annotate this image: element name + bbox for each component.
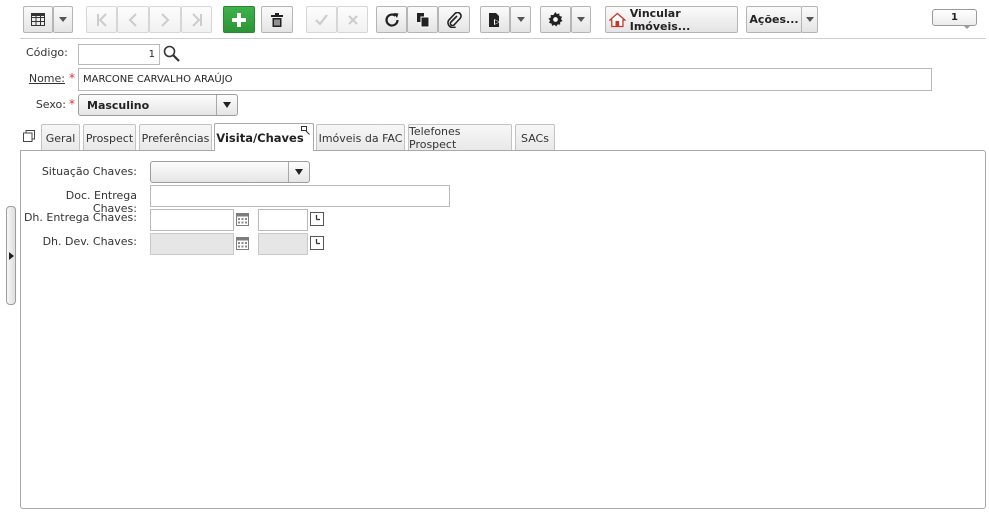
clock-icon[interactable] — [310, 212, 324, 226]
vincular-imoveis-button[interactable]: Vincular Imóveis... — [605, 6, 738, 33]
nome-value: MARCONE CARVALHO ARAÚJO — [83, 74, 233, 85]
popout-icon[interactable] — [301, 126, 310, 135]
calendar-icon[interactable] — [236, 213, 249, 226]
dh-dev-time-field — [258, 233, 308, 255]
nome-required-icon: * — [69, 71, 75, 85]
codigo-field[interactable]: 1 — [78, 44, 160, 65]
export-dropdown[interactable] — [510, 6, 531, 33]
nome-label: Nome: — [28, 72, 65, 85]
copy-icon — [416, 12, 429, 27]
cancel-button[interactable] — [337, 6, 368, 33]
grid-view-button[interactable] — [23, 6, 53, 33]
confirm-button[interactable] — [306, 6, 337, 33]
chevron-right-icon — [161, 12, 170, 27]
doc-entrega-chaves-field[interactable] — [150, 185, 450, 207]
tab-label: Prospect — [85, 131, 134, 145]
record-count-badge: 1 — [932, 9, 977, 26]
refresh-button[interactable] — [376, 6, 407, 33]
calendar-icon — [236, 237, 249, 250]
plus-icon — [232, 12, 246, 27]
tab-preferencias[interactable]: Preferências — [139, 124, 212, 151]
side-collapse-handle[interactable] — [6, 206, 16, 305]
tab-sacs[interactable]: SACs — [515, 124, 555, 151]
dh-dev-date-field — [150, 233, 234, 255]
paperclip-icon — [447, 11, 462, 28]
nome-field[interactable]: MARCONE CARVALHO ARAÚJO — [78, 68, 932, 91]
chevron-down-icon — [295, 169, 303, 175]
sexo-select[interactable]: Masculino — [78, 94, 238, 116]
refresh-icon — [384, 12, 399, 27]
tab-label: Imóveis da FAC — [318, 131, 403, 145]
codigo-label: Código: — [26, 46, 68, 59]
trash-icon — [271, 12, 283, 27]
chevron-down-icon — [805, 17, 814, 22]
settings-button[interactable] — [540, 6, 571, 33]
dh-entrega-chaves-label: Dh. Entrega Chaves: — [23, 211, 137, 224]
situacao-chaves-label: Situação Chaves: — [41, 165, 137, 178]
acoes-label: Ações... — [749, 13, 799, 26]
toolbar-divider — [20, 38, 986, 39]
chevron-right-icon — [9, 252, 14, 260]
settings-dropdown[interactable] — [571, 6, 591, 33]
chevron-down-icon — [516, 17, 525, 22]
acoes-button[interactable]: Ações... — [746, 6, 802, 33]
document-export-icon — [489, 12, 500, 27]
codigo-value: 1 — [148, 49, 155, 60]
attach-button[interactable] — [438, 6, 470, 33]
dh-entrega-date-field[interactable] — [150, 209, 234, 231]
delete-record-button[interactable] — [261, 6, 293, 33]
acoes-dropdown[interactable] — [801, 6, 818, 33]
gear-icon — [548, 12, 563, 27]
record-count-badge-tail — [963, 25, 971, 29]
dh-dev-chaves-label: Dh. Dev. Chaves: — [42, 235, 137, 248]
last-page-icon — [191, 12, 202, 27]
next-record-button[interactable] — [149, 6, 181, 33]
search-icon[interactable] — [163, 45, 180, 62]
chevron-down-icon — [223, 102, 231, 108]
dh-entrega-time-field[interactable] — [258, 209, 308, 231]
situacao-chaves-select[interactable] — [150, 161, 310, 183]
grid-icon — [31, 13, 45, 26]
last-record-button[interactable] — [181, 6, 212, 33]
tab-label: Geral — [45, 131, 76, 145]
add-record-button[interactable] — [223, 6, 255, 33]
tab-imoveis-fac[interactable]: Imóveis da FAC — [316, 124, 405, 151]
record-count: 1 — [951, 12, 958, 23]
grid-view-dropdown[interactable] — [53, 6, 73, 33]
tab-label: Visita/Chaves — [216, 130, 304, 145]
chevron-down-icon — [577, 17, 585, 22]
first-record-button[interactable] — [86, 6, 117, 33]
house-icon — [609, 12, 626, 27]
sexo-value: Masculino — [87, 98, 150, 112]
restore-window-icon[interactable] — [23, 130, 35, 142]
check-icon — [315, 14, 328, 25]
tab-label: SACs — [521, 131, 549, 145]
tab-prospect[interactable]: Prospect — [83, 124, 136, 151]
tab-visita-chaves[interactable]: Visita/Chaves — [214, 123, 314, 151]
vincular-imoveis-label: Vincular Imóveis... — [629, 6, 691, 33]
tab-telefones-prospect[interactable]: Telefones Prospect — [408, 124, 512, 151]
chevron-left-icon — [128, 12, 137, 27]
first-page-icon — [96, 12, 107, 27]
export-button[interactable] — [480, 6, 510, 33]
tab-label: Preferências — [141, 131, 210, 145]
sexo-label: Sexo: — [35, 98, 66, 111]
chevron-down-icon — [59, 17, 67, 22]
clock-icon — [310, 236, 324, 250]
copy-button[interactable] — [407, 6, 438, 33]
tab-label: Telefones Prospect — [409, 125, 461, 151]
previous-record-button[interactable] — [117, 6, 149, 33]
sexo-required-icon: * — [69, 97, 75, 111]
tab-geral[interactable]: Geral — [41, 124, 80, 151]
close-icon — [347, 14, 358, 25]
